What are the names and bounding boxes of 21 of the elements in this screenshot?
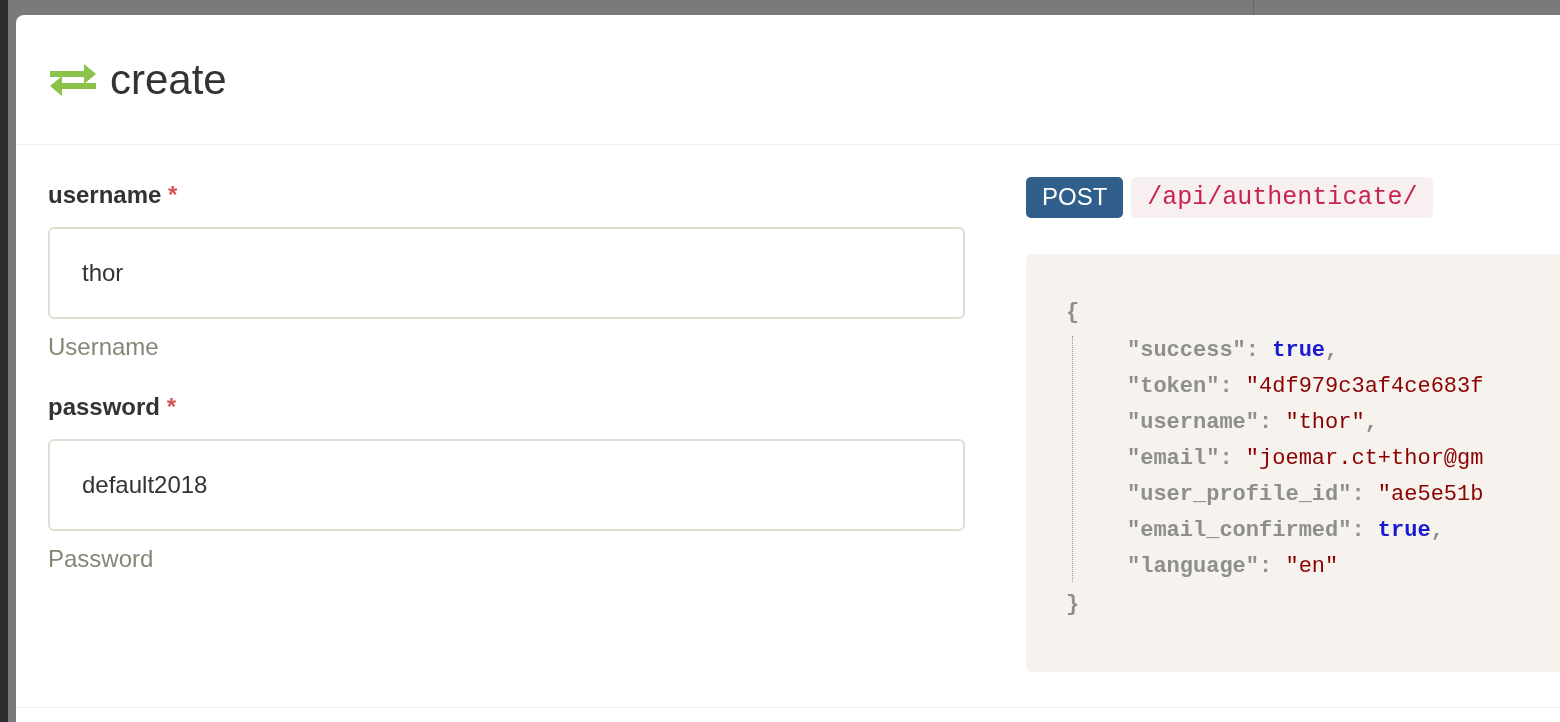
json-brace: } xyxy=(1066,591,1081,619)
json-line: "email": "joemar.ct+thor@gm xyxy=(1127,445,1485,473)
required-mark: * xyxy=(168,181,178,208)
field-label: password xyxy=(48,393,161,420)
username-field[interactable]: thor xyxy=(48,227,965,319)
help-text: Username xyxy=(48,333,160,362)
dialog-title: create xyxy=(110,55,227,104)
json-line: "email_confirmed": true, xyxy=(1127,517,1445,545)
password-field[interactable]: default2018 xyxy=(48,439,965,531)
json-line: "token": "4df979c3af4ce683f xyxy=(1127,373,1485,401)
required-mark: * xyxy=(166,393,177,420)
field-label: username xyxy=(48,181,162,208)
json-line: "success": true, xyxy=(1127,337,1340,365)
swap-arrows-icon xyxy=(48,61,98,98)
json-line: "user_profile_id": "ae5e51b xyxy=(1127,481,1485,509)
endpoint-path: /api/authenticate/ xyxy=(1131,177,1434,218)
json-brace: { xyxy=(1066,299,1081,327)
help-text: Password xyxy=(48,545,155,574)
json-line: "language": "en" xyxy=(1127,553,1340,581)
method-badge: POST xyxy=(1026,177,1124,218)
json-line: "username": "thor", xyxy=(1127,409,1379,437)
